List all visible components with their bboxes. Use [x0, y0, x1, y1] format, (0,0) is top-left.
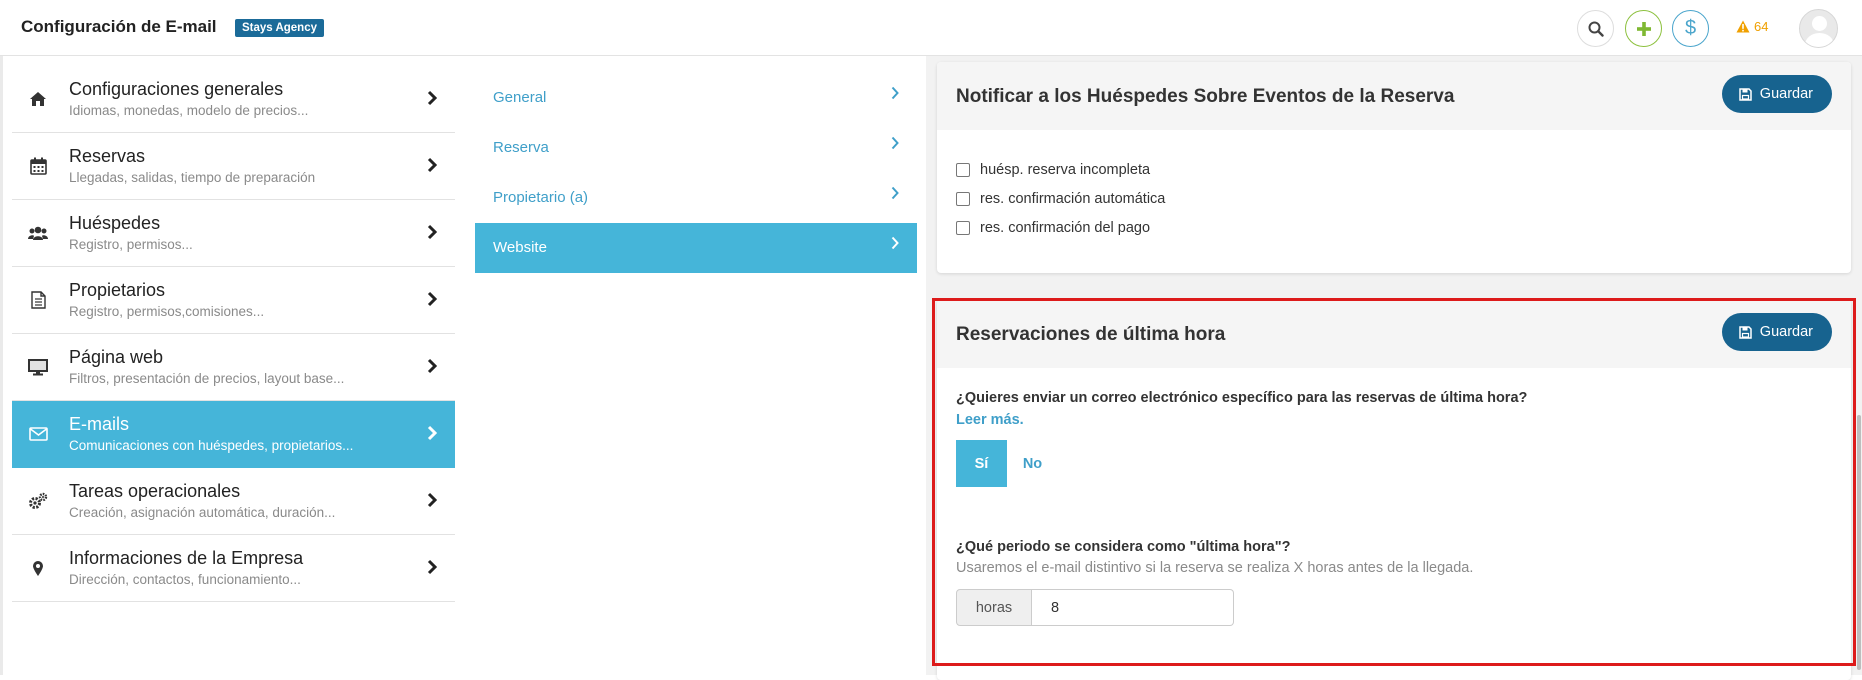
chevron-right-icon	[891, 86, 899, 105]
users-icon	[27, 222, 49, 244]
search-icon	[1588, 21, 1604, 37]
chevron-right-icon	[891, 136, 899, 155]
menu-item-title: E-mails	[69, 414, 130, 434]
menu-item-title: Huéspedes	[69, 213, 161, 233]
menu-item-subtitle: Llegadas, salidas, tiempo de preparación	[69, 170, 316, 185]
checkbox-label: res. confirmación automática	[980, 191, 1166, 207]
chevron-right-icon	[427, 559, 438, 580]
menu-item-emails[interactable]: E-mails Comunicaciones con huéspedes, pr…	[12, 401, 455, 468]
menu-item-pagina-web[interactable]: Página web Filtros, presentación de prec…	[12, 334, 455, 401]
warning-icon	[1736, 20, 1750, 33]
menu-item-subtitle: Registro, permisos...	[69, 237, 193, 252]
top-bar: Configuración de E-mail Stays Agency $ 6…	[0, 0, 1862, 56]
checkbox-row[interactable]: res. confirmación del pago	[956, 220, 1150, 236]
chevron-right-icon	[427, 492, 438, 513]
checkbox-label: huésp. reserva incompleta	[980, 162, 1151, 178]
submenu-item-website[interactable]: Website	[475, 223, 917, 273]
submenu-item-general[interactable]: General	[475, 73, 917, 123]
monitor-icon	[27, 356, 49, 378]
panel-title: Notificar a los Huéspedes Sobre Eventos …	[956, 86, 1455, 107]
menu-item-title: Página web	[69, 347, 164, 367]
menu-item-subtitle: Filtros, presentación de precios, layout…	[69, 371, 345, 386]
floppy-disk-icon	[1739, 87, 1752, 101]
menu-item-subtitle: Creación, asignación automática, duració…	[69, 505, 336, 520]
scrollbar[interactable]	[1857, 415, 1861, 670]
map-pin-icon	[27, 557, 49, 579]
chevron-right-icon	[427, 90, 438, 111]
alerts-indicator[interactable]: 64	[1736, 19, 1768, 34]
dollar-icon: $	[1684, 17, 1697, 39]
chevron-right-icon	[891, 236, 899, 255]
settings-menu: Configuraciones generales Idiomas, moned…	[12, 66, 455, 602]
menu-item-title: Tareas operacionales	[69, 481, 241, 501]
menu-item-propietarios[interactable]: Propietarios Registro, permisos,comision…	[12, 267, 455, 334]
submenu-item-label: Website	[493, 239, 547, 256]
plus-icon	[1636, 21, 1651, 36]
save-button-label: Guardar	[1759, 86, 1813, 102]
checkbox-row[interactable]: res. confirmación automática	[956, 191, 1165, 207]
submenu-item-reserva[interactable]: Reserva	[475, 123, 917, 173]
menu-item-title: Informaciones de la Empresa	[69, 548, 304, 568]
submenu-item-label: Reserva	[493, 139, 549, 156]
menu-item-informaciones-empresa[interactable]: Informaciones de la Empresa Dirección, c…	[12, 535, 455, 602]
submenu-item-propietario[interactable]: Propietario (a)	[475, 173, 917, 223]
menu-item-title: Configuraciones generales	[69, 79, 284, 99]
left-edge	[0, 56, 3, 675]
chevron-right-icon	[427, 224, 438, 245]
submenu-item-label: General	[493, 89, 547, 106]
menu-item-subtitle: Dirección, contactos, funcionamiento...	[69, 572, 301, 587]
add-button[interactable]	[1625, 10, 1662, 47]
menu-item-subtitle: Idiomas, monedas, modelo de precios...	[69, 103, 309, 118]
checkbox-row[interactable]: huésp. reserva incompleta	[956, 162, 1150, 178]
menu-item-huespedes[interactable]: Huéspedes Registro, permisos...	[12, 200, 455, 267]
agency-badge[interactable]: Stays Agency	[235, 19, 324, 37]
submenu-item-label: Propietario (a)	[493, 189, 589, 206]
finance-button[interactable]: $	[1672, 10, 1709, 47]
menu-item-title: Reservas	[69, 146, 146, 166]
menu-item-title: Propietarios	[69, 280, 166, 300]
search-button[interactable]	[1577, 10, 1614, 47]
calendar-icon	[27, 155, 49, 177]
save-button[interactable]: Guardar	[1721, 75, 1832, 113]
chevron-right-icon	[427, 157, 438, 178]
chevron-right-icon	[427, 425, 438, 446]
checkbox[interactable]	[956, 192, 970, 206]
document-icon	[27, 289, 49, 311]
menu-item-subtitle: Registro, permisos,comisiones...	[69, 304, 265, 319]
menu-item-tareas-operacionales[interactable]: Tareas operacionales Creación, asignació…	[12, 468, 455, 535]
page-title: Configuración de E-mail	[21, 17, 217, 36]
email-submenu: General Reserva Propietario (a) Website	[475, 73, 917, 273]
menu-item-configuraciones-generales[interactable]: Configuraciones generales Idiomas, moned…	[12, 66, 455, 133]
alerts-count: 64	[1754, 19, 1769, 34]
envelope-icon	[27, 423, 49, 445]
chevron-right-icon	[427, 291, 438, 312]
chevron-right-icon	[427, 358, 438, 379]
gears-icon	[27, 490, 49, 512]
highlight-box	[932, 298, 1856, 666]
checkbox-label: res. confirmación del pago	[980, 220, 1151, 236]
panel-header: Notificar a los Huéspedes Sobre Eventos …	[937, 62, 1851, 130]
menu-item-reservas[interactable]: Reservas Llegadas, salidas, tiempo de pr…	[12, 133, 455, 200]
chevron-right-icon	[891, 186, 899, 205]
checkbox[interactable]	[956, 163, 970, 177]
checkbox[interactable]	[956, 221, 970, 235]
menu-item-subtitle: Comunicaciones con huéspedes, propietari…	[69, 438, 354, 453]
user-avatar[interactable]	[1799, 9, 1838, 48]
notify-guests-panel: Notificar a los Huéspedes Sobre Eventos …	[937, 62, 1851, 273]
home-icon	[27, 88, 49, 110]
